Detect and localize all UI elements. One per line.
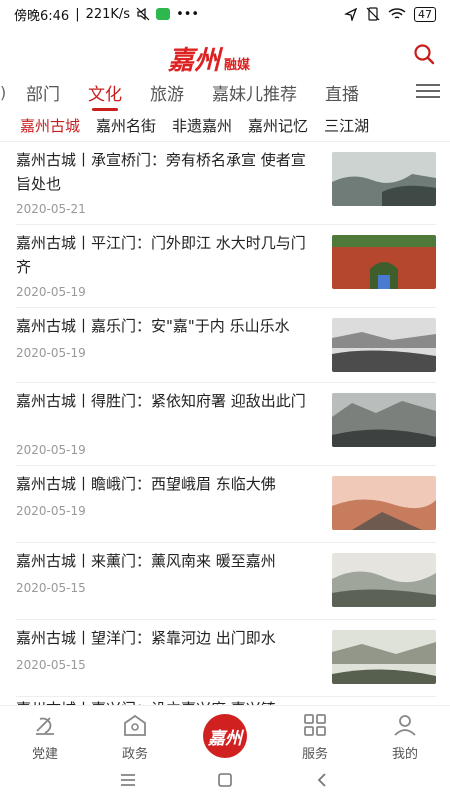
article-title: 嘉州古城丨嘉兴门：设立嘉兴府 嘉兴镇: [16, 697, 316, 705]
list-item[interactable]: 嘉州古城丨来薰门：薰风南来 暖至嘉州 2020-05-15: [0, 543, 450, 620]
home-logo: 嘉州: [203, 714, 247, 758]
tab-tourism[interactable]: 旅游: [136, 80, 198, 105]
subtab-heritage[interactable]: 非遗嘉州: [164, 115, 240, 136]
article-title: 嘉州古城丨嘉乐门：安"嘉"于内 乐山乐水: [16, 317, 290, 335]
article-date: 2020-05-19: [16, 443, 86, 457]
location-icon: [344, 7, 358, 21]
sub-tabs: 嘉州古城 嘉州名街 非遗嘉州 嘉州记忆 三江湖: [0, 110, 450, 140]
article-thumbnail: [332, 393, 436, 447]
network-speed: 221K/s: [85, 6, 131, 22]
menu-system-icon[interactable]: [116, 768, 140, 792]
article-title: 嘉州古城丨得胜门：紧依知府署 迎敌出此门: [16, 392, 306, 410]
category-tabs: ) 部门 文化 旅游 嘉妹儿推荐 直播: [0, 76, 450, 111]
no-sim-icon: [366, 7, 380, 21]
tab-department[interactable]: 部门: [12, 80, 74, 105]
article-thumbnail: [332, 476, 436, 530]
subtab-memory[interactable]: 嘉州记忆: [240, 115, 316, 136]
government-icon: [124, 714, 146, 736]
article-date: 2020-05-15: [16, 581, 86, 595]
subtab-three-rivers[interactable]: 三江湖: [316, 115, 377, 136]
nav-profile[interactable]: 我的: [360, 706, 450, 762]
app-header: 嘉州 融媒: [0, 28, 450, 78]
list-item[interactable]: 嘉州古城丨嘉兴门：设立嘉兴府 嘉兴镇: [0, 697, 450, 705]
status-bar: 傍晚6:46 | 221K/s ••• 47: [0, 0, 450, 28]
partial-tab-edge: ): [0, 82, 7, 102]
list-item[interactable]: 嘉州古城丨承宣桥门：旁有桥名承宣 使者宣旨处也 2020-05-21: [0, 142, 450, 225]
tab-live[interactable]: 直播: [311, 80, 373, 105]
article-title: 嘉州古城丨承宣桥门：旁有桥名承宣 使者宣旨处也: [16, 151, 306, 193]
profile-icon: [394, 715, 416, 736]
article-date: 2020-05-15: [16, 658, 86, 672]
list-item[interactable]: 嘉州古城丨嘉乐门：安"嘉"于内 乐山乐水 2020-05-19: [0, 308, 450, 383]
article-date: 2020-05-19: [16, 346, 86, 360]
system-nav-bar: [0, 760, 450, 800]
party-icon: [36, 717, 54, 735]
article-date: 2020-05-21: [16, 202, 86, 216]
wechat-icon: [156, 8, 171, 20]
more-notifications-icon: •••: [176, 6, 200, 22]
subtab-famous-streets[interactable]: 嘉州名街: [88, 115, 164, 136]
article-date: 2020-05-19: [16, 285, 86, 299]
article-date: 2020-05-19: [16, 504, 86, 518]
list-item[interactable]: 嘉州古城丨望洋门：紧靠河边 出门即水 2020-05-15: [0, 620, 450, 697]
article-thumbnail: [332, 553, 436, 607]
home-system-icon[interactable]: [213, 768, 237, 792]
wifi-icon: [388, 8, 406, 19]
battery-indicator: 47: [414, 6, 436, 22]
article-title: 嘉州古城丨来薰门：薰风南来 暖至嘉州: [16, 552, 276, 570]
article-title: 嘉州古城丨瞻峨门：西望峨眉 东临大佛: [16, 475, 276, 493]
list-item[interactable]: 嘉州古城丨瞻峨门：西望峨眉 东临大佛 2020-05-19: [0, 466, 450, 543]
article-thumbnail: [332, 318, 436, 372]
app-logo: 嘉州 融媒: [168, 46, 251, 76]
article-thumbnail: [332, 152, 436, 206]
subtab-ancient-city[interactable]: 嘉州古城: [12, 115, 88, 136]
article-thumbnail: [332, 630, 436, 684]
nav-service[interactable]: 服务: [270, 706, 360, 762]
bottom-nav: 党建 政务 嘉州 服务 我的: [0, 705, 450, 762]
nav-government[interactable]: 政务: [90, 706, 180, 762]
article-title: 嘉州古城丨平江门：门外即江 水大时几与门齐: [16, 234, 306, 276]
mute-icon: [136, 7, 150, 21]
tab-recommend[interactable]: 嘉妹儿推荐: [198, 80, 311, 105]
article-title: 嘉州古城丨望洋门：紧靠河边 出门即水: [16, 629, 276, 647]
list-item[interactable]: 嘉州古城丨得胜门：紧依知府署 迎敌出此门 2020-05-19: [0, 383, 450, 466]
status-time: 傍晚6:46: [14, 8, 70, 24]
nav-home[interactable]: 嘉州: [180, 706, 270, 760]
nav-party[interactable]: 党建: [0, 706, 90, 762]
grid-icon: [304, 714, 326, 736]
search-icon[interactable]: [412, 42, 436, 66]
list-item[interactable]: 嘉州古城丨平江门：门外即江 水大时几与门齐 2020-05-19: [0, 225, 450, 308]
tab-culture[interactable]: 文化: [74, 80, 136, 111]
back-system-icon[interactable]: [310, 768, 334, 792]
menu-icon[interactable]: [416, 80, 440, 100]
article-thumbnail: [332, 235, 436, 289]
